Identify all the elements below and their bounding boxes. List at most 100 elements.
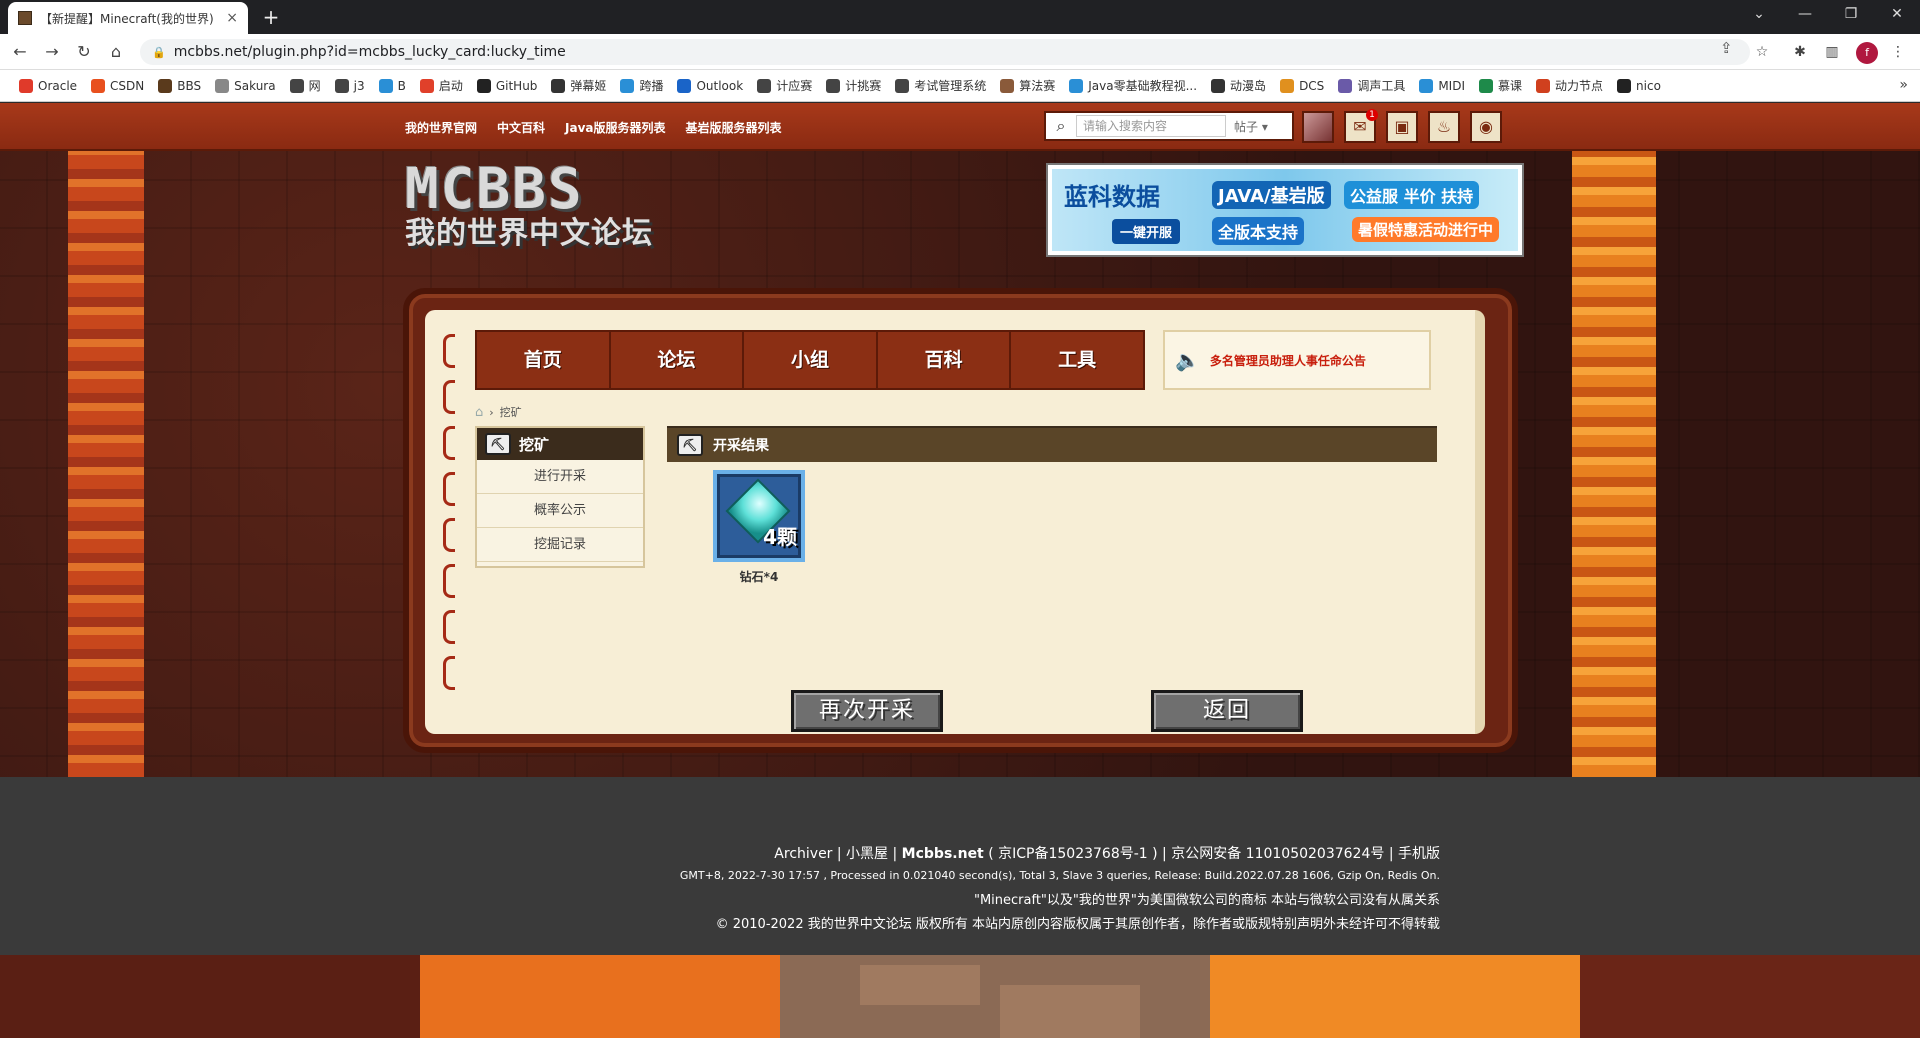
sidebar-item-records[interactable]: 挖掘记录 bbox=[477, 528, 643, 562]
forward-icon[interactable]: → bbox=[40, 40, 64, 64]
nav-groups[interactable]: 小组 bbox=[744, 332, 878, 388]
footer-icp[interactable]: ( 京ICP备15023768号-1 ) | 京公网安备 11010502037… bbox=[984, 846, 1440, 862]
site-logo[interactable]: MCBBS 我的世界中文论坛 bbox=[405, 157, 665, 253]
bookmark-item[interactable]: 计应赛 bbox=[750, 77, 819, 94]
sidebar-item-mine[interactable]: 进行开采 bbox=[477, 460, 643, 494]
footer-links-prefix[interactable]: Archiver | 小黑屋 | bbox=[774, 846, 901, 862]
bookmark-favicon-icon bbox=[1536, 78, 1551, 93]
bookmark-item[interactable]: 启动 bbox=[413, 77, 470, 94]
top-link-java-servers[interactable]: Java版服务器列表 bbox=[565, 119, 665, 136]
bookmark-favicon-icon bbox=[677, 78, 692, 93]
footer-site-name[interactable]: Mcbbs.net bbox=[902, 846, 984, 862]
search-type-select[interactable]: 帖子 ▾ bbox=[1226, 118, 1286, 135]
nav-tools[interactable]: 工具 bbox=[1011, 332, 1143, 388]
nav-forum[interactable]: 论坛 bbox=[611, 332, 745, 388]
url-field[interactable]: 🔒 mcbbs.net/plugin.php?id=mcbbs_lucky_ca… bbox=[140, 39, 1750, 65]
bookmark-item[interactable]: 考试管理系统 bbox=[888, 77, 993, 94]
sidebar-item-probability[interactable]: 概率公示 bbox=[477, 494, 643, 528]
bookmark-item[interactable]: j3 bbox=[328, 78, 372, 93]
bookmarks-overflow-icon[interactable]: » bbox=[1899, 77, 1908, 93]
bookmark-label: 计应赛 bbox=[776, 79, 813, 93]
bookmark-item[interactable]: 算法赛 bbox=[993, 77, 1062, 94]
bookmark-favicon-icon bbox=[1419, 78, 1434, 93]
bookmark-item[interactable]: CSDN bbox=[84, 78, 151, 93]
restore-icon[interactable]: ❐ bbox=[1828, 0, 1874, 30]
user-avatar[interactable] bbox=[1302, 111, 1334, 143]
breadcrumb-home-icon[interactable]: ⌂ bbox=[475, 405, 483, 420]
bookmark-star-icon[interactable]: ☆ bbox=[1752, 42, 1772, 62]
logo-text-en: MCBBS bbox=[405, 157, 584, 222]
bookmark-item[interactable]: 跨播 bbox=[613, 77, 670, 94]
bookmark-item[interactable]: DCS bbox=[1273, 78, 1331, 93]
bookmark-item[interactable]: GitHub bbox=[470, 78, 545, 93]
new-tab-button[interactable]: + bbox=[258, 4, 284, 30]
top-link-wiki[interactable]: 中文百科 bbox=[497, 119, 545, 136]
bottom-nether-background bbox=[0, 955, 1920, 1038]
binder-ring bbox=[443, 334, 455, 368]
bookmark-favicon-icon bbox=[1069, 78, 1084, 93]
gift-box-icon[interactable]: ▣ bbox=[1386, 111, 1418, 143]
bookmark-item[interactable]: nico bbox=[1610, 78, 1668, 93]
bookmark-item[interactable]: BBS bbox=[151, 78, 208, 93]
bookmark-item[interactable]: MIDI bbox=[1412, 78, 1472, 93]
profile-avatar[interactable]: f bbox=[1856, 42, 1878, 64]
top-link-bedrock-servers[interactable]: 基岩版服务器列表 bbox=[686, 119, 782, 136]
result-item-slot: 4颗 bbox=[713, 470, 805, 562]
banner-tag-summer: 暑假特惠活动进行中 bbox=[1352, 217, 1500, 242]
bookmark-label: CSDN bbox=[110, 78, 145, 93]
banner-brand: 蓝科数据 bbox=[1064, 183, 1160, 211]
window-close-icon[interactable]: ✕ bbox=[1874, 0, 1920, 30]
search-input[interactable]: 请输入搜索内容 bbox=[1076, 115, 1226, 137]
lock-icon[interactable]: 🔒 bbox=[152, 46, 166, 59]
binder-ring bbox=[443, 426, 455, 460]
footer-links: Archiver | 小黑屋 | Mcbbs.net ( 京ICP备150237… bbox=[774, 843, 1440, 863]
bookmark-item[interactable]: Outlook bbox=[670, 78, 750, 93]
banner-tag-allversion: 全版本支持 bbox=[1212, 217, 1305, 245]
bookmark-item[interactable]: 慕课 bbox=[1472, 77, 1529, 94]
notification-icon[interactable]: ✉ 1 bbox=[1344, 109, 1378, 143]
menu-icon[interactable]: ⋮ bbox=[1888, 42, 1908, 62]
share-icon[interactable]: ⇪ bbox=[1720, 39, 1733, 57]
announcement-link[interactable]: 多名管理员助理人事任命公告 bbox=[1210, 352, 1366, 369]
lava-pillar-right bbox=[1572, 151, 1656, 777]
bookmark-label: B bbox=[397, 78, 406, 93]
bookmark-item[interactable]: Oracle bbox=[12, 78, 84, 93]
tab-close-icon[interactable]: × bbox=[226, 10, 238, 26]
bookmark-item[interactable]: 动漫岛 bbox=[1204, 77, 1273, 94]
minimize-icon[interactable]: — bbox=[1782, 0, 1828, 30]
bookmark-favicon-icon bbox=[1617, 78, 1632, 93]
bookmark-item[interactable]: 弹幕姬 bbox=[544, 77, 613, 94]
bookmark-label: 考试管理系统 bbox=[914, 79, 987, 93]
bookmark-item[interactable]: Java零基础教程视... bbox=[1062, 77, 1204, 94]
tab-search-icon[interactable]: ⌄ bbox=[1736, 0, 1782, 30]
bookmark-label: Sakura bbox=[234, 78, 276, 93]
potion-icon[interactable]: ♨ bbox=[1428, 111, 1460, 143]
search-icon[interactable]: ⌕ bbox=[1046, 116, 1076, 136]
bookmark-item[interactable]: 计挑赛 bbox=[819, 77, 888, 94]
cookie-icon[interactable]: ◉ bbox=[1470, 111, 1502, 143]
nav-home[interactable]: 首页 bbox=[477, 332, 611, 388]
lava-pillar-left bbox=[68, 151, 144, 777]
bookmark-item[interactable]: 网 bbox=[283, 77, 328, 94]
extensions-icon[interactable]: ✱ bbox=[1790, 42, 1810, 62]
bookmark-item[interactable]: Sakura bbox=[208, 78, 282, 93]
reload-icon[interactable]: ↻ bbox=[72, 40, 96, 64]
breadcrumb-current[interactable]: 挖矿 bbox=[500, 404, 522, 420]
back-button[interactable]: 返回 bbox=[1151, 690, 1303, 732]
bookmark-item[interactable]: B bbox=[372, 78, 413, 93]
nav-wiki[interactable]: 百科 bbox=[878, 332, 1012, 388]
banner-tag-java: JAVA/基岩版 bbox=[1212, 181, 1331, 209]
bookmark-label: 弹幕姬 bbox=[570, 79, 607, 93]
bookmark-item[interactable]: 动力节点 bbox=[1529, 77, 1610, 94]
top-link-official[interactable]: 我的世界官网 bbox=[405, 119, 477, 136]
back-icon[interactable]: ← bbox=[8, 40, 32, 64]
side-panel-icon[interactable]: ▥ bbox=[1822, 42, 1842, 62]
bookmark-item[interactable]: 调声工具 bbox=[1331, 77, 1412, 94]
logo-text-cn: 我的世界中文论坛 bbox=[405, 216, 653, 251]
bookmark-favicon-icon bbox=[334, 78, 349, 93]
ad-banner[interactable]: 蓝科数据 JAVA/基岩版 公益服 半价 扶持 一键开服 全版本支持 暑假特惠活… bbox=[1048, 165, 1522, 255]
mine-again-button[interactable]: 再次开采 bbox=[791, 690, 943, 732]
address-bar: ← → ↻ ⌂ 🔒 mcbbs.net/plugin.php?id=mcbbs_… bbox=[0, 34, 1920, 70]
browser-tab[interactable]: 【新提醒】Minecraft(我的世界) × bbox=[8, 2, 248, 34]
home-icon[interactable]: ⌂ bbox=[104, 40, 128, 64]
